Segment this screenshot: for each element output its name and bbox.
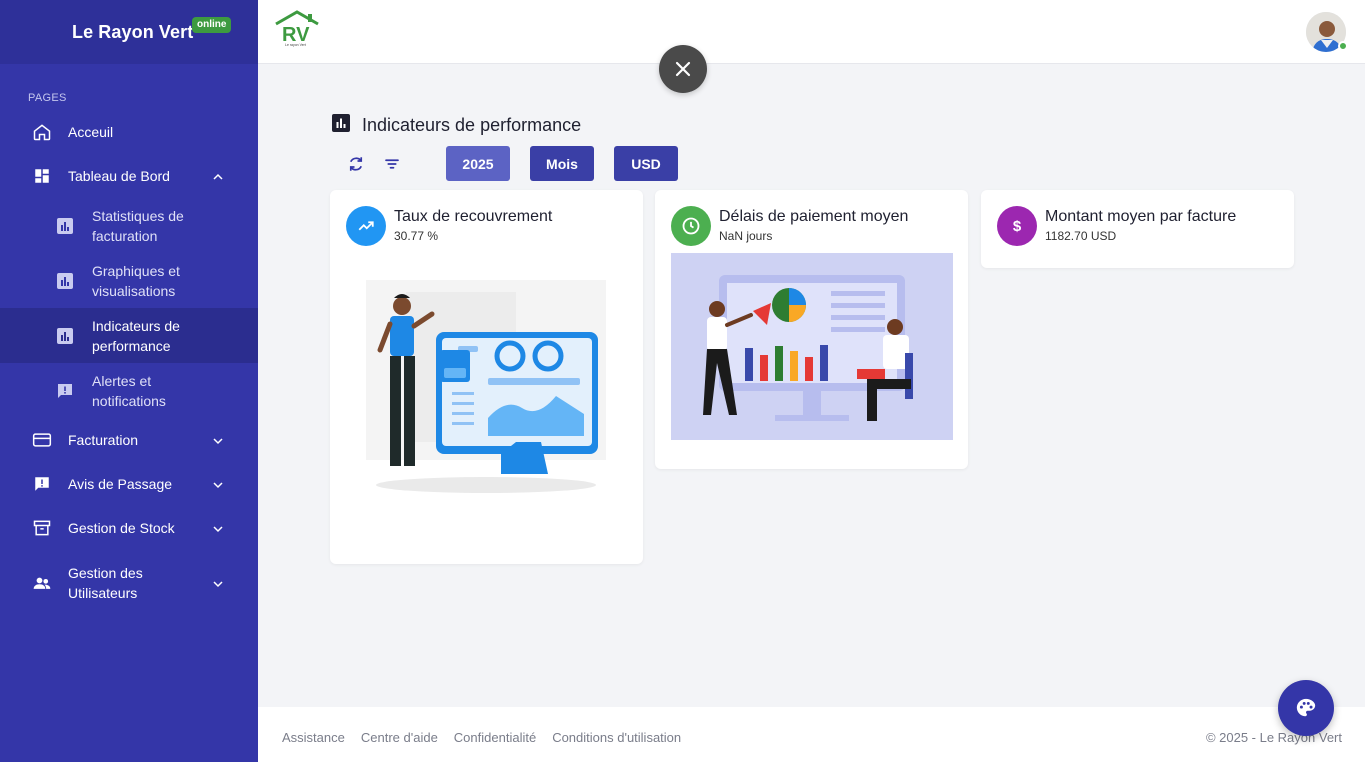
sidebar-nav: Acceuil Tableau de Bord Statistiques de … [0, 110, 258, 616]
section-label: PAGES [28, 92, 67, 104]
feedback-icon [32, 474, 52, 494]
online-status-badge: online [192, 17, 232, 33]
card-title: Délais de paiement moyen [719, 208, 909, 225]
page-header: Indicateurs de performance [332, 114, 581, 137]
people-icon [32, 573, 52, 593]
sidebar-subitem-label: Alertes et notifications [92, 372, 166, 409]
close-button[interactable] [659, 45, 707, 93]
brand-name: Le Rayon Vert [72, 21, 194, 42]
sidebar-subitem-statistiques[interactable]: Statistiques de facturation [0, 198, 258, 253]
home-icon [32, 122, 52, 142]
company-logo[interactable]: RV Le rayon Vert [272, 10, 322, 48]
sidebar-subitem-label: Graphiques et visualisations [92, 262, 180, 299]
chevron-down-icon [212, 522, 224, 534]
refresh-icon[interactable] [344, 152, 368, 176]
card-value: 30.77 % [394, 229, 439, 243]
card-value: 1182.70 USD [1045, 229, 1117, 243]
clock-icon [671, 206, 711, 246]
topbar: RV Le rayon Vert [258, 0, 1365, 64]
close-icon [675, 61, 691, 77]
sidebar-item-label: Gestion des Utilisateurs [68, 565, 143, 601]
footer-link-assistance[interactable]: Assistance [282, 730, 345, 745]
sidebar-subitem-indicateurs[interactable]: Indicateurs de performance [0, 308, 258, 363]
sidebar: Le Rayon Vert online PAGES Acceuil Table… [0, 0, 258, 762]
chevron-down-icon [212, 434, 224, 446]
sidebar-item-label: Tableau de Bord [68, 168, 170, 184]
bar-chart-icon [56, 327, 74, 345]
sidebar-item-tableau-de-bord[interactable]: Tableau de Bord [0, 154, 258, 198]
logo-caption: Le rayon Vert [285, 43, 306, 47]
credit-card-icon [32, 430, 52, 450]
archive-icon [32, 518, 52, 538]
page-title: Indicateurs de performance [362, 115, 582, 135]
bar-chart-icon [56, 272, 74, 290]
copyright: © 2025 - Le Rayon Vert [1205, 730, 1342, 745]
sidebar-item-gestion-des-utilisateurs[interactable]: Gestion des Utilisateurs [0, 550, 258, 616]
bar-chart-icon [56, 217, 74, 235]
sidebar-subitem-label: Statistiques de facturation [92, 207, 184, 244]
sidebar-item-avis-de-passage[interactable]: Avis de Passage [0, 462, 258, 506]
sidebar-item-facturation[interactable]: Facturation [0, 418, 258, 462]
trending-up-icon [346, 206, 386, 246]
presentation-illustration [671, 253, 953, 440]
year-filter-button[interactable]: 2025 [446, 146, 510, 181]
card-title: Taux de recouvrement [394, 208, 553, 225]
sidebar-item-gestion-de-stock[interactable]: Gestion de Stock [0, 506, 258, 550]
kpi-card-montant: $ Montant moyen par facture 1182.70 USD [981, 190, 1294, 268]
sidebar-item-label: Acceuil [68, 124, 114, 140]
sidebar-item-label: Gestion de Stock [68, 520, 175, 536]
online-status-dot [1338, 41, 1348, 51]
currency-filter-button[interactable]: USD [614, 146, 678, 181]
svg-text:$: $ [1013, 218, 1022, 235]
card-title: Montant moyen par facture [1045, 208, 1237, 225]
sidebar-item-acceuil[interactable]: Acceuil [0, 110, 258, 154]
analytics-illustration [366, 280, 606, 495]
sidebar-item-label: Avis de Passage [68, 476, 173, 492]
footer-links: Assistance Centre d'aide Confidentialité… [282, 730, 697, 745]
sidebar-subitem-alertes[interactable]: Alertes et notifications [0, 363, 258, 418]
chevron-down-icon [212, 478, 224, 490]
footer-link-conditions[interactable]: Conditions d'utilisation [552, 730, 681, 745]
sidebar-item-label: Facturation [68, 432, 139, 448]
period-filter-button[interactable]: Mois [530, 146, 594, 181]
theme-settings-button[interactable] [1278, 680, 1334, 736]
filter-icon[interactable] [380, 152, 404, 176]
bar-chart-icon [332, 114, 350, 137]
dashboard-icon [32, 166, 52, 186]
footer-link-centre-aide[interactable]: Centre d'aide [361, 730, 438, 745]
footer-link-confidentialite[interactable]: Confidentialité [454, 730, 536, 745]
card-value: NaN jours [719, 229, 773, 243]
kpi-card-recouvrement: Taux de recouvrement 30.77 % [330, 190, 643, 564]
sidebar-subitem-label: Indicateurs de performance [92, 317, 180, 354]
sidebar-subitem-graphiques[interactable]: Graphiques et visualisations [0, 253, 258, 308]
kpi-card-delais: Délais de paiement moyen NaN jours [655, 190, 968, 469]
brand-header: Le Rayon Vert online [0, 0, 258, 64]
chevron-up-icon [212, 170, 224, 182]
dollar-icon: $ [997, 206, 1037, 246]
palette-icon [1296, 698, 1316, 717]
footer: Assistance Centre d'aide Confidentialité… [258, 707, 1365, 762]
toolbar [344, 146, 404, 181]
chevron-down-icon [212, 577, 224, 589]
alert-message-icon [56, 382, 74, 400]
